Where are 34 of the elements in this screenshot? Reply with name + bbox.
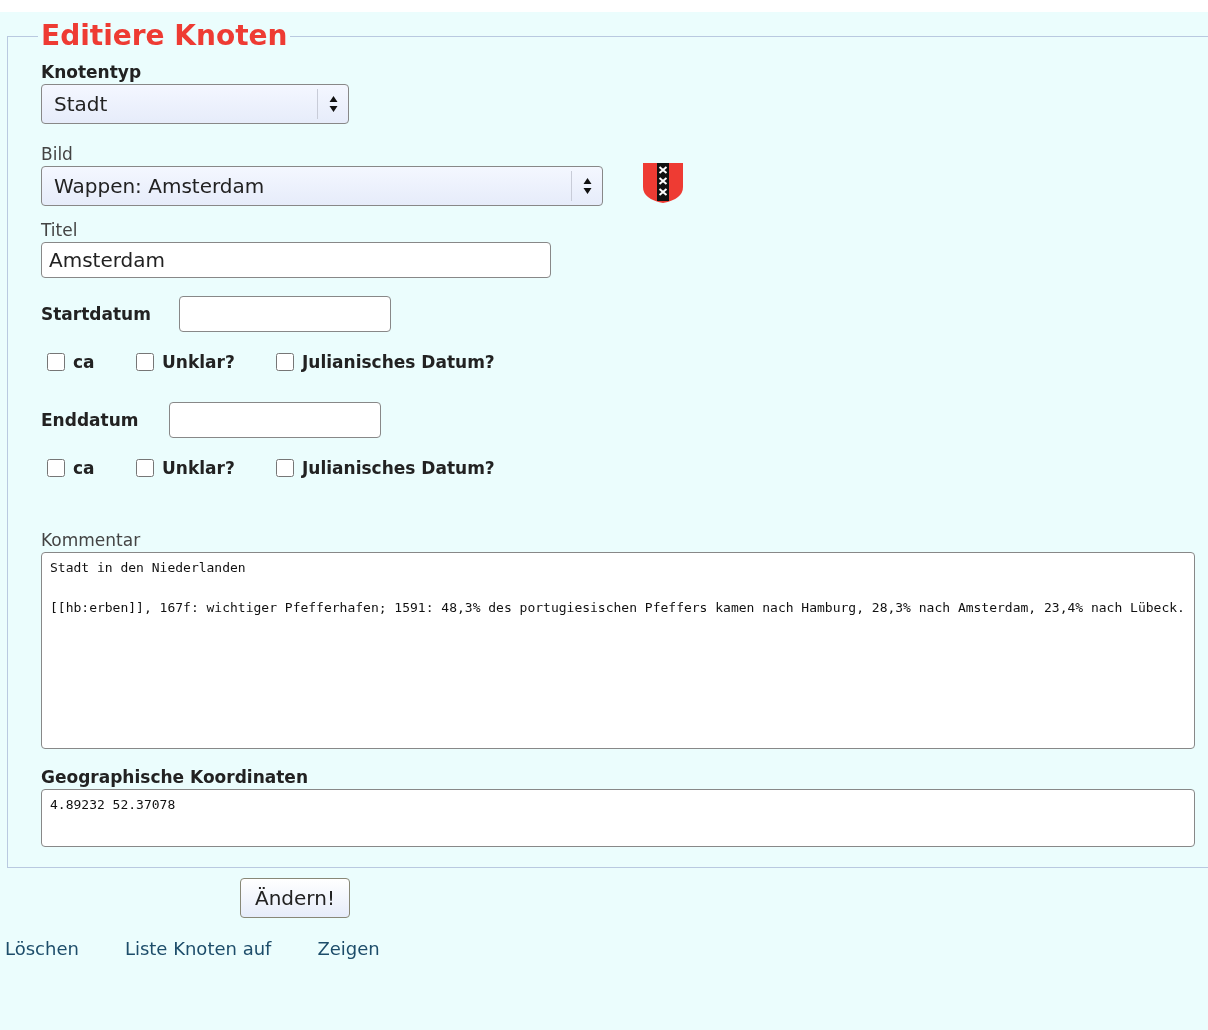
- form-title: Editiere Knoten: [40, 22, 289, 50]
- spinner-arrows-icon: [582, 177, 592, 195]
- date-input[interactable]: [179, 296, 391, 332]
- field-label: Knotentyp: [41, 62, 143, 82]
- checkbox[interactable]: [276, 353, 294, 371]
- nav-link[interactable]: Liste Knoten auf: [124, 938, 272, 959]
- checkbox[interactable]: [136, 353, 154, 371]
- comment-field[interactable]: Stadt in den Niederlanden [[hb:erben]], 167f: wichtiger Pfefferhafen; 1591: 48,3% des portugiesischen Pfeffers kamen nach Hamburg, 28,3% nach Amsterdam, 23,4% nach Lübeck.: [41, 552, 1195, 749]
- checkbox[interactable]: [136, 459, 154, 477]
- coordinates-field[interactable]: 4.89232 52.37078: [41, 789, 1195, 847]
- checkbox-label: Julianisches Datum?: [302, 352, 495, 372]
- title-input[interactable]: Amsterdam: [41, 242, 551, 278]
- checkbox-label: Julianisches Datum?: [302, 458, 495, 478]
- field-label: Titel: [41, 220, 79, 240]
- checkbox-label: ca: [73, 352, 95, 372]
- checkbox-label: Unklar?: [162, 458, 235, 478]
- shield-icon: [643, 163, 683, 203]
- type-select[interactable]: Stadt: [41, 84, 349, 124]
- field-label: Enddatum: [41, 410, 140, 430]
- field-label: Kommentar: [41, 530, 142, 550]
- spinner-arrows-icon: [328, 95, 338, 113]
- image-select[interactable]: Wappen: Amsterdam: [41, 166, 603, 206]
- nav-link[interactable]: Zeigen: [317, 938, 380, 959]
- date-input[interactable]: [169, 402, 381, 438]
- submit-button[interactable]: Ändern!: [240, 878, 350, 918]
- field-label: Bild: [41, 144, 74, 164]
- checkbox-label: Unklar?: [162, 352, 235, 372]
- field-label: Geographische Koordinaten: [41, 767, 309, 787]
- checkbox[interactable]: [47, 459, 65, 477]
- nav-link[interactable]: Löschen: [5, 938, 79, 959]
- field-label: Startdatum: [41, 304, 152, 324]
- checkbox[interactable]: [276, 459, 294, 477]
- checkbox[interactable]: [47, 353, 65, 371]
- checkbox-label: ca: [73, 458, 95, 478]
